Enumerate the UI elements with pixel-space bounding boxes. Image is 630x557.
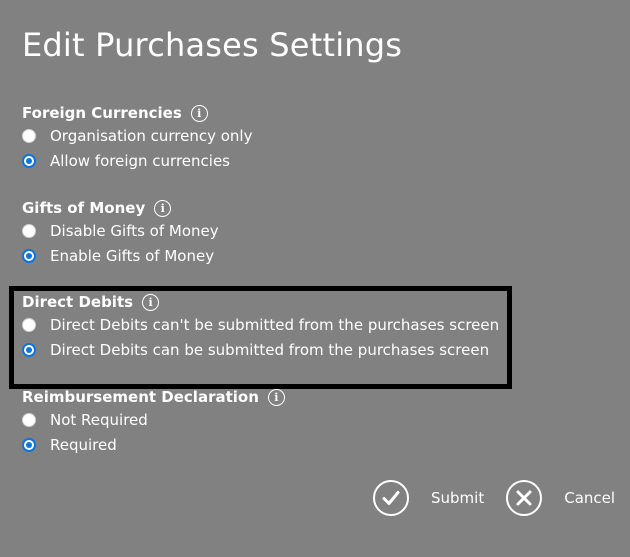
cancel-button[interactable]: Cancel bbox=[506, 480, 615, 516]
radio-organisation-currency-only[interactable]: Organisation currency only bbox=[22, 123, 252, 148]
radio-required[interactable]: Required bbox=[22, 432, 285, 457]
radio-label: Enable Gifts of Money bbox=[50, 246, 215, 265]
close-circle-icon[interactable] bbox=[506, 480, 543, 516]
radio-button-selected[interactable] bbox=[22, 248, 36, 263]
reimbursement-declaration-label: Reimbursement Declaration bbox=[22, 388, 259, 406]
radio-label: Allow foreign currencies bbox=[50, 151, 230, 170]
radio-button[interactable] bbox=[22, 317, 36, 332]
radio-button[interactable] bbox=[22, 128, 36, 143]
cancel-label[interactable]: Cancel bbox=[564, 489, 615, 507]
info-icon[interactable]: i bbox=[142, 293, 160, 311]
gifts-of-money-section: Gifts of Money i Disable Gifts of Money … bbox=[22, 198, 219, 268]
radio-button-selected[interactable] bbox=[22, 153, 36, 168]
gifts-of-money-label: Gifts of Money bbox=[22, 199, 146, 217]
foreign-currencies-label: Foreign Currencies bbox=[22, 104, 182, 122]
radio-allow-foreign-currencies[interactable]: Allow foreign currencies bbox=[22, 148, 252, 173]
radio-label: Organisation currency only bbox=[50, 126, 253, 145]
reimbursement-declaration-section: Reimbursement Declaration i Not Required… bbox=[22, 387, 285, 457]
radio-label: Not Required bbox=[50, 410, 148, 429]
radio-button[interactable] bbox=[22, 223, 36, 238]
radio-direct-debits-cannot-submit[interactable]: Direct Debits can't be submitted from th… bbox=[22, 312, 499, 337]
radio-label: Required bbox=[50, 435, 117, 454]
submit-label[interactable]: Submit bbox=[431, 489, 484, 507]
check-circle-icon[interactable] bbox=[373, 480, 409, 516]
radio-button-selected[interactable] bbox=[22, 342, 36, 357]
radio-disable-gifts-of-money[interactable]: Disable Gifts of Money bbox=[22, 218, 219, 243]
radio-button-selected[interactable] bbox=[22, 437, 36, 452]
direct-debits-label: Direct Debits bbox=[22, 293, 134, 311]
info-icon[interactable]: i bbox=[154, 199, 172, 217]
direct-debits-section: Direct Debits i Direct Debits can't be s… bbox=[22, 292, 499, 362]
page-title: Edit Purchases Settings bbox=[22, 26, 403, 64]
radio-label: Disable Gifts of Money bbox=[50, 221, 219, 240]
radio-label: Direct Debits can be submitted from the … bbox=[50, 340, 490, 359]
radio-button[interactable] bbox=[22, 412, 36, 427]
submit-button[interactable]: Submit bbox=[373, 480, 484, 516]
radio-enable-gifts-of-money[interactable]: Enable Gifts of Money bbox=[22, 243, 219, 268]
radio-direct-debits-can-submit[interactable]: Direct Debits can be submitted from the … bbox=[22, 337, 499, 362]
radio-label: Direct Debits can't be submitted from th… bbox=[50, 315, 500, 334]
action-bar: Submit Cancel bbox=[373, 480, 615, 516]
info-icon[interactable]: i bbox=[190, 104, 208, 122]
radio-not-required[interactable]: Not Required bbox=[22, 407, 285, 432]
foreign-currencies-section: Foreign Currencies i Organisation curren… bbox=[22, 103, 252, 173]
info-icon[interactable]: i bbox=[267, 388, 285, 406]
